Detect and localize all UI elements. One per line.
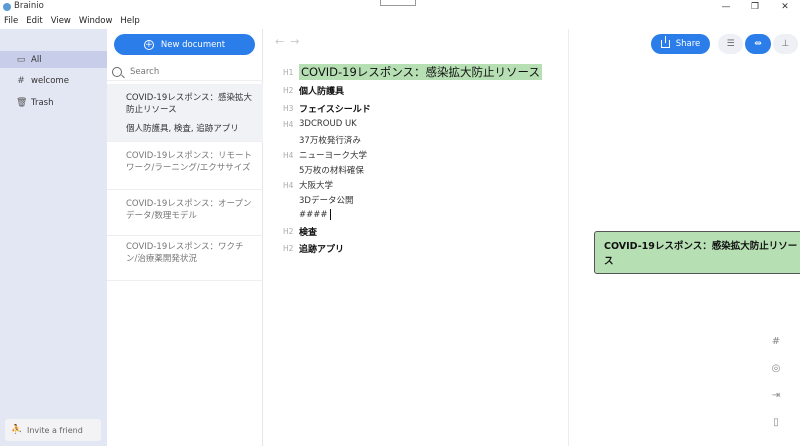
- heading-tag: H4: [283, 150, 294, 160]
- history-nav: ←→: [275, 35, 305, 48]
- split-view-icon[interactable]: ⊥: [772, 34, 798, 54]
- list-view-icon[interactable]: ☰: [718, 34, 744, 54]
- nav-item-label: All: [31, 54, 42, 65]
- document-item[interactable]: COVID-19レスポンス：オープンデータ/数理モデル: [107, 190, 263, 236]
- search-input[interactable]: [130, 66, 250, 77]
- text-cursor: [329, 209, 331, 220]
- line-text: ニューヨーク大学: [299, 151, 368, 161]
- maximize-button[interactable]: ❐: [740, 0, 770, 14]
- document-item[interactable]: COVID-19レスポンス：感染拡大防止リソース 個人防護具, 検査, 追跡アプ…: [107, 84, 263, 142]
- line-text: 大阪大学: [299, 181, 334, 191]
- heading-tag: H2: [283, 244, 294, 253]
- line-text: 追跡アプリ: [299, 245, 345, 255]
- title-bar: Brainio — ❐ ✕: [0, 0, 800, 14]
- nav-item-trash[interactable]: 🗑 Trash: [0, 94, 107, 111]
- editor-line[interactable]: 37万枚発行済み: [283, 134, 361, 146]
- close-button[interactable]: ✕: [770, 0, 800, 14]
- invite-friend-button[interactable]: ⛹ Invite a friend: [5, 419, 101, 441]
- line-text: 個人防護具: [299, 87, 345, 97]
- heading-tag: H4: [283, 180, 294, 190]
- forward-arrow-icon[interactable]: →: [290, 35, 305, 48]
- mindmap-root-node[interactable]: COVID-19レスポンス：感染拡大防止リソース: [594, 231, 800, 274]
- menu-window[interactable]: Window: [75, 14, 117, 28]
- drag-handle[interactable]: [380, 0, 416, 6]
- hash-tool-icon[interactable]: #: [769, 335, 783, 349]
- document-title: COVID-19レスポンス：感染拡大防止リソース: [126, 93, 253, 115]
- menu-view[interactable]: View: [47, 14, 75, 28]
- editor-line[interactable]: H2 個人防護具: [283, 84, 344, 97]
- document-item[interactable]: COVID-19レスポンス：ワクチン/治療薬開発状況: [107, 233, 263, 281]
- nav-item-all[interactable]: ▭ All: [0, 51, 107, 68]
- back-arrow-icon[interactable]: ←: [275, 35, 290, 48]
- nav-item-label: Trash: [31, 97, 54, 108]
- menu-bar: File Edit View Window Help: [0, 14, 144, 28]
- focus-tool-icon[interactable]: ◎: [769, 362, 783, 376]
- hash-icon: #: [17, 75, 25, 86]
- document-title: COVID-19レスポンス：ワクチン/治療薬開発状況: [126, 242, 244, 264]
- share-icon: [660, 36, 670, 48]
- line-text: ####: [299, 209, 328, 220]
- invite-user-icon: ⛹: [11, 425, 23, 435]
- app-logo-icon: [3, 3, 11, 11]
- view-toggle-group: ☰ ⇹ ⊥: [718, 34, 800, 54]
- minimize-button[interactable]: —: [711, 0, 741, 14]
- heading-tag: H2: [283, 227, 294, 236]
- plus-icon: +: [143, 39, 154, 50]
- heading-tag: H1: [283, 67, 294, 77]
- new-document-button[interactable]: + New document: [114, 34, 255, 55]
- line-text: COVID-19レスポンス：感染拡大防止リソース: [299, 64, 542, 80]
- export-tool-icon[interactable]: ⇥: [769, 389, 783, 403]
- editor-line[interactable]: H4 3DCROUD UK: [283, 119, 357, 129]
- invite-label: Invite a friend: [27, 425, 83, 435]
- line-text: 5万枚の材料確保: [299, 166, 364, 176]
- heading-tag: H4: [283, 119, 294, 129]
- mindmap-view-icon[interactable]: ⇹: [745, 34, 771, 54]
- line-text: フェイスシールド: [299, 105, 371, 115]
- app-title: Brainio: [14, 1, 44, 11]
- new-document-label: New document: [160, 39, 226, 50]
- editor-pane[interactable]: ←→ H1 COVID-19レスポンス：感染拡大防止リソース H2 個人防護具 …: [263, 29, 569, 446]
- nav-item-welcome[interactable]: # welcome: [0, 72, 107, 89]
- editor-line[interactable]: H3 フェイスシールド: [283, 102, 371, 115]
- document-item[interactable]: COVID-19レスポンス：リモートワーク/ラーニング/エクササイズ: [107, 142, 263, 190]
- folder-icon: ▭: [16, 54, 26, 65]
- menu-file[interactable]: File: [0, 14, 22, 28]
- editor-line[interactable]: H2 追跡アプリ: [283, 242, 344, 255]
- share-label: Share: [675, 39, 701, 49]
- panel-tool-icon[interactable]: ▯: [769, 416, 783, 430]
- mindmap-pane[interactable]: Share ☰ ⇹ ⊥ COVID-19レスポンス：感染拡大防止リソース # ◎…: [569, 29, 800, 446]
- line-text: 検査: [299, 228, 318, 238]
- editor-line[interactable]: H2 検査: [283, 225, 317, 238]
- menu-edit[interactable]: Edit: [22, 14, 46, 28]
- heading-tag: H2: [283, 86, 294, 95]
- line-text: 37万枚発行済み: [299, 136, 361, 146]
- search-bar: [107, 63, 263, 81]
- editor-line[interactable]: ####: [283, 209, 331, 220]
- document-title: COVID-19レスポンス：オープンデータ/数理モデル: [126, 199, 252, 221]
- search-icon: [112, 66, 122, 77]
- editor-line[interactable]: 3Dデータ公開: [283, 194, 353, 206]
- share-button[interactable]: Share: [651, 34, 710, 54]
- editor-line[interactable]: H4 大阪大学: [283, 179, 334, 192]
- document-list: + New document COVID-19レスポンス：感染拡大防止リソース …: [107, 29, 263, 446]
- nav-item-label: welcome: [31, 75, 69, 86]
- line-text: 3DCROUD UK: [299, 119, 357, 129]
- line-text: 3Dデータ公開: [299, 196, 354, 206]
- editor-line[interactable]: H4 ニューヨーク大学: [283, 149, 368, 162]
- heading-tag: H3: [283, 104, 294, 113]
- document-title: COVID-19レスポンス：リモートワーク/ラーニング/エクササイズ: [126, 151, 253, 173]
- trash-icon: 🗑: [16, 97, 28, 108]
- left-nav: ▭ All # welcome 🗑 Trash ⛹ Invite a frien…: [0, 29, 107, 446]
- editor-line[interactable]: H1 COVID-19レスポンス：感染拡大防止リソース: [283, 64, 542, 80]
- editor-line[interactable]: 5万枚の材料確保: [283, 164, 364, 176]
- menu-help[interactable]: Help: [116, 14, 143, 28]
- document-subtitle: 個人防護具, 検査, 追跡アプリ: [126, 124, 239, 134]
